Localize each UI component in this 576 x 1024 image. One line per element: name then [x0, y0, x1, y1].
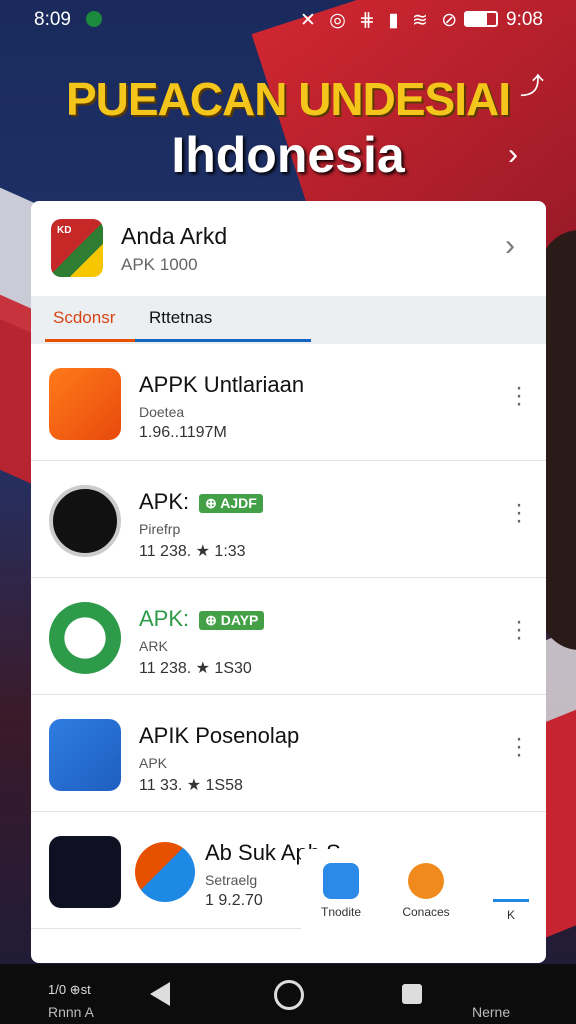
bottom-tab-k[interactable]: K: [471, 863, 546, 922]
bottom-tab-conaces[interactable]: Conaces: [386, 863, 466, 919]
notification-icon: [86, 11, 102, 27]
app-meta: 11 238. ★ 1S30: [139, 660, 252, 677]
tab-indicator-active: [45, 339, 135, 342]
hero-title-line1: PUEACAN UNDESIAI: [65, 73, 511, 125]
bottom-tab-label: K: [506, 908, 515, 922]
bottom-tab-label: Conaces: [402, 905, 450, 919]
app-developer: Pirefrp: [139, 521, 181, 537]
app-badge: ⊕ DAYP: [199, 610, 265, 630]
bottom-tab-label: Tnodite: [320, 905, 362, 919]
more-options-icon[interactable]: · · ·: [513, 376, 525, 416]
app-badge: ⊕ AJDF: [199, 493, 263, 513]
app-logo-text: KD: [57, 225, 72, 236]
chevron-right-icon[interactable]: ›: [505, 229, 515, 263]
app-name-text: APK:: [139, 489, 190, 514]
app-name: APK: ⊕ DAYP: [139, 606, 265, 632]
status-time: 8:09: [34, 9, 71, 30]
list-item[interactable]: APK: ⊕ DAYP ARK 11 238. ★ 1S30 · · ·: [31, 578, 546, 695]
more-options-icon[interactable]: · · ·: [513, 610, 525, 650]
status-icons: ✕ ◎ ⋕ ▮ ≋ ⊘: [300, 10, 462, 31]
app-name: APPK Untlariaan: [139, 372, 305, 397]
battery-icon: [464, 11, 498, 27]
share-icon[interactable]: ⤴: [520, 66, 548, 100]
tab-bar: Scdonsr Rttetnas: [31, 296, 546, 344]
hero-title-line2: Ihdonesia: [171, 127, 405, 183]
app-icon-round-blue: [135, 842, 195, 902]
nav-left-label: 1/0 ⊕st: [48, 982, 91, 997]
app-list-card: KD Anda Arkd APK 1000 › Scdonsr Rttetnas…: [31, 201, 546, 963]
tab-rttetnas[interactable]: Rttetnas: [149, 308, 212, 328]
app-logo: KD: [51, 219, 103, 277]
recents-icon[interactable]: [402, 984, 422, 1004]
app-meta: 11 238. ★ 1:33: [139, 543, 246, 560]
tab-indicator-secondary: [135, 339, 311, 342]
app-meta: 1.96..1197M: [139, 424, 227, 441]
back-icon[interactable]: [150, 982, 170, 1006]
home-button-icon[interactable]: [274, 980, 304, 1010]
app-icon-orange-play: [49, 368, 121, 440]
app-developer: Doetea: [139, 404, 185, 420]
app-icon-black-a: [49, 485, 121, 557]
status-clock-right: 9:08: [506, 9, 543, 30]
nav-right-label: Nerne: [472, 1004, 511, 1020]
tab-scdonsr[interactable]: Scdonsr: [53, 308, 115, 328]
bottom-tab-home[interactable]: Tnodite: [301, 863, 381, 919]
card-title: Anda Arkd: [121, 223, 228, 249]
chevron-right-icon[interactable]: ›: [508, 138, 518, 172]
status-bar: 8:09 ✕ ◎ ⋕ ▮ ≋ ⊘ 9:08: [0, 0, 576, 40]
app-name: APIK Posenolap: [139, 723, 300, 748]
list-item[interactable]: APK: ⊕ AJDF Pirefrp 11 238. ★ 1:33 · · ·: [31, 461, 546, 578]
app-developer: Setraelg: [205, 872, 258, 888]
list-item[interactable]: APIK Posenolap APK 11 33. ★ 1S58 · · ·: [31, 695, 546, 812]
layers-icon: [408, 863, 444, 899]
bottom-tab-bar: Tnodite Conaces K: [301, 849, 546, 945]
app-icon-dark-z: [49, 836, 121, 908]
system-nav-bar: 1/0 ⊕st Rnnn A Nerne: [0, 964, 576, 1024]
card-header[interactable]: KD Anda Arkd APK 1000 ›: [31, 201, 546, 296]
app-meta: 1 9.2.70: [205, 892, 263, 909]
more-options-icon[interactable]: · · ·: [513, 727, 525, 767]
app-developer: APK: [139, 755, 168, 771]
app-meta: 11 33. ★ 1S58: [139, 777, 243, 794]
home-icon: [323, 863, 359, 899]
app-icon-blue-a: [49, 719, 121, 791]
app-name: APK: ⊕ AJDF: [139, 489, 263, 515]
list-item[interactable]: APPK Untlariaan Doetea 1.96..1197M · · ·: [31, 344, 546, 461]
dots-icon: [493, 863, 529, 902]
nav-left-sub: Rnnn A: [48, 1004, 94, 1020]
app-name-text: APK:: [139, 606, 190, 631]
more-options-icon[interactable]: · · ·: [513, 493, 525, 533]
app-developer: ARK: [139, 638, 168, 654]
app-icon-green-leaf: [49, 602, 121, 674]
card-subtitle: APK 1000: [121, 255, 198, 274]
